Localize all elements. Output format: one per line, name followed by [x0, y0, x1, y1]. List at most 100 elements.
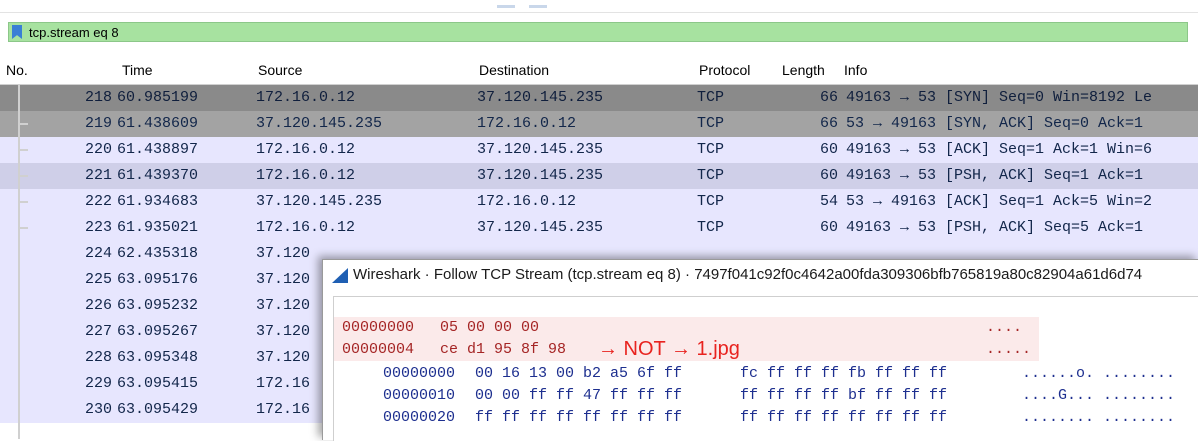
packet-time: 63.095415 — [117, 375, 199, 392]
packet-src: 172.16.0.12 — [256, 167, 356, 184]
display-filter-input[interactable]: tcp.stream eq 8 — [29, 24, 119, 41]
packet-proto: TCP — [697, 219, 725, 236]
annotation-text: → NOT → 1.jpg — [598, 338, 740, 360]
client-line: 00000000 05 00 00 00 .... — [334, 317, 1039, 339]
conversation-bracket — [18, 85, 20, 439]
toolbar-marker — [529, 5, 547, 8]
packet-time: 61.438897 — [117, 141, 199, 158]
client-ascii: .... — [986, 319, 1023, 336]
packet-time: 61.934683 — [117, 193, 199, 210]
packet-time: 63.095348 — [117, 349, 199, 366]
packet-time: 61.438609 — [117, 115, 199, 132]
packet-time: 62.435318 — [117, 245, 199, 262]
server-hex-1: ff ff ff ff ff ff ff ff — [475, 409, 683, 426]
packet-no: 220 — [84, 141, 112, 158]
toolbar-strip — [0, 0, 1198, 13]
server-ascii: ......o. ........ — [1022, 365, 1176, 382]
column-header-source[interactable]: Source — [258, 62, 302, 78]
column-header-no[interactable]: No. — [6, 62, 28, 78]
packet-info: 49163 → 53 [PSH, ACK] Seq=1 Ack=1 — [846, 167, 1144, 184]
server-line: 00000000 00 16 13 00 b2 a5 6f ff fc ff f… — [334, 363, 1198, 385]
packet-proto: TCP — [697, 115, 725, 132]
packet-src: 37.120.145.235 — [256, 193, 383, 210]
packet-row[interactable]: 221 61.439370 172.16.0.12 37.120.145.235 TCP… — [0, 163, 1198, 189]
bookmark-icon[interactable] — [12, 25, 22, 39]
packet-dst: 37.120.145.235 — [477, 167, 604, 184]
packet-len: 54 — [819, 193, 838, 210]
packet-time: 61.935021 — [117, 219, 199, 236]
conversation-bracket-tick — [18, 175, 28, 177]
packet-no: 225 — [84, 271, 112, 288]
follow-tcp-stream-dialog: Wireshark · Follow TCP Stream (tcp.strea… — [322, 259, 1198, 441]
packet-len: 60 — [819, 219, 838, 236]
packet-no: 224 — [84, 245, 112, 262]
server-offset: 00000020 — [383, 409, 456, 426]
column-header-info[interactable]: Info — [844, 62, 867, 78]
packet-dst: 37.120.145.235 — [477, 219, 604, 236]
server-offset: 00000010 — [383, 387, 456, 404]
packet-row[interactable]: 219 61.438609 37.120.145.235 172.16.0.12 TCP… — [0, 111, 1198, 137]
client-offset: 00000000 — [342, 319, 415, 336]
packet-no: 229 — [84, 375, 112, 392]
packet-time: 63.095176 — [117, 271, 199, 288]
packet-no: 219 — [84, 115, 112, 132]
packet-dst: 37.120.145.235 — [477, 89, 604, 106]
packet-src: 37.120 — [256, 349, 311, 366]
packet-time: 61.439370 — [117, 167, 199, 184]
display-filter-bar[interactable]: tcp.stream eq 8 — [8, 22, 1188, 42]
toolbar-marker — [497, 5, 515, 8]
column-header-protocol[interactable]: Protocol — [699, 62, 750, 78]
wireshark-fin-icon — [332, 268, 348, 283]
packet-dst: 37.120.145.235 — [477, 141, 604, 158]
server-hex-1: 00 00 ff ff 47 ff ff ff — [475, 387, 683, 404]
packet-row[interactable]: 222 61.934683 37.120.145.235 172.16.0.12 TCP… — [0, 189, 1198, 215]
dialog-title: Wireshark · Follow TCP Stream (tcp.strea… — [353, 266, 1143, 283]
packet-src: 37.120 — [256, 271, 311, 288]
packet-list-header: No. Time Source Destination Protocol Len… — [0, 58, 1198, 85]
packet-src: 172.16 — [256, 375, 311, 392]
stream-content-pane[interactable]: 00000000 05 00 00 00 .... 00000004 ce d1… — [333, 296, 1198, 441]
packet-proto: TCP — [697, 141, 725, 158]
packet-no: 221 — [84, 167, 112, 184]
client-offset: 00000004 — [342, 341, 415, 358]
server-hex-2: ff ff ff ff bf ff ff ff — [740, 387, 948, 404]
packet-len: 60 — [819, 141, 838, 158]
server-hex-2: ff ff ff ff ff ff ff ff — [740, 409, 948, 426]
packet-row[interactable]: 223 61.935021 172.16.0.12 37.120.145.235 TCP… — [0, 215, 1198, 241]
client-hex: ce d1 95 8f 98 — [440, 341, 567, 358]
packet-info: 53 → 49163 [ACK] Seq=1 Ack=5 Win=2 — [846, 193, 1153, 210]
packet-proto: TCP — [697, 89, 725, 106]
packet-no: 227 — [84, 323, 112, 340]
packet-src: 37.120.145.235 — [256, 115, 383, 132]
column-header-time[interactable]: Time — [122, 62, 153, 78]
server-hex-2: fc ff ff ff fb ff ff ff — [740, 365, 948, 382]
packet-info: 49163 → 53 [ACK] Seq=1 Ack=1 Win=6 — [846, 141, 1153, 158]
packet-dst: 172.16.0.12 — [477, 193, 577, 210]
conversation-bracket-tick — [18, 227, 28, 229]
packet-src: 37.120 — [256, 323, 311, 340]
packet-time: 63.095267 — [117, 323, 199, 340]
column-header-destination[interactable]: Destination — [479, 62, 549, 78]
column-header-length[interactable]: Length — [782, 62, 825, 78]
server-line: 00000020 ff ff ff ff ff ff ff ff ff ff f… — [334, 407, 1198, 429]
server-offset: 00000000 — [383, 365, 456, 382]
packet-src: 37.120 — [256, 297, 311, 314]
packet-no: 228 — [84, 349, 112, 366]
packet-len: 66 — [819, 89, 838, 106]
conversation-bracket-tick — [18, 149, 28, 151]
packet-info: 49163 → 53 [PSH, ACK] Seq=5 Ack=1 — [846, 219, 1144, 236]
packet-src: 172.16.0.12 — [256, 141, 356, 158]
client-hex: 05 00 00 00 — [440, 319, 540, 336]
client-ascii: ..... — [986, 341, 1032, 358]
packet-len: 66 — [819, 115, 838, 132]
packet-src: 37.120 — [256, 245, 311, 262]
packet-dst: 172.16.0.12 — [477, 115, 577, 132]
packet-no: 218 — [84, 89, 112, 106]
server-ascii: ........ ........ — [1022, 409, 1176, 426]
conversation-bracket-tick — [18, 201, 28, 203]
packet-row[interactable]: 218 60.985199 172.16.0.12 37.120.145.235 TCP… — [0, 85, 1198, 111]
packet-no: 230 — [84, 401, 112, 418]
dialog-title-bar[interactable]: Wireshark · Follow TCP Stream (tcp.strea… — [323, 260, 1198, 290]
packet-row[interactable]: 220 61.438897 172.16.0.12 37.120.145.235 TCP… — [0, 137, 1198, 163]
packet-src: 172.16.0.12 — [256, 89, 356, 106]
